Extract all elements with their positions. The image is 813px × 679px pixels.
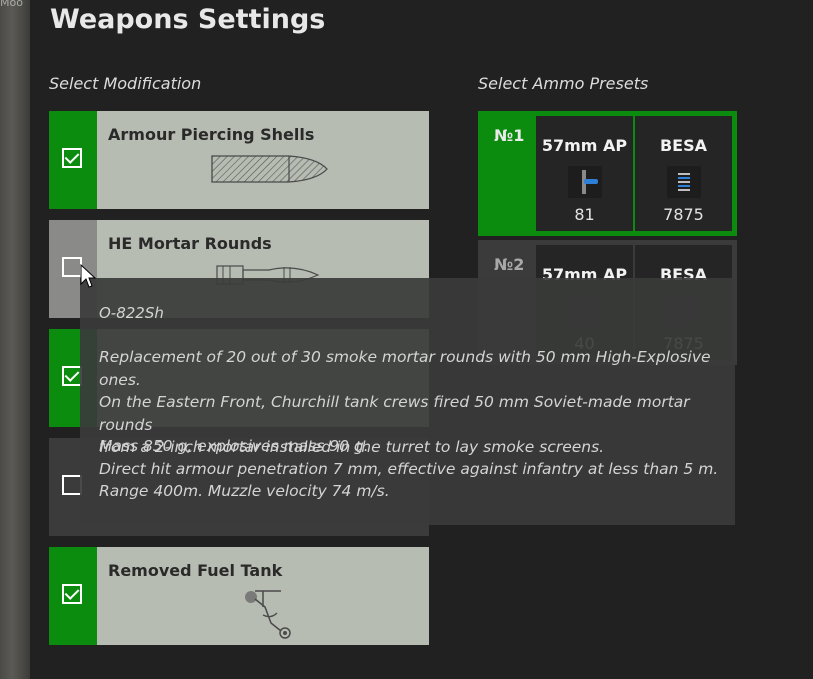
preset-number: №1	[494, 126, 525, 145]
fuel-tank-icon	[245, 590, 291, 639]
tooltip-stats-line: Range 400m. Muzzle velocity 74 m/s.	[99, 482, 390, 500]
modification-card-fuel-tank[interactable]: Removed Fuel Tank	[49, 547, 429, 645]
modification-name: Armour Piercing Shells	[108, 125, 315, 144]
ap-shell-icon	[211, 155, 328, 183]
ammo-slot[interactable]: 57mm AP 81	[536, 116, 633, 231]
modification-tooltip: O-822Sh Replacement of 20 out of 30 smok…	[80, 278, 735, 525]
modification-name: HE Mortar Rounds	[108, 234, 272, 253]
window-title: Weapons Settings	[50, 4, 326, 35]
checkbox[interactable]	[62, 148, 82, 168]
checkbox[interactable]	[62, 584, 82, 604]
ammo-count: 81	[574, 205, 595, 224]
tooltip-stats-line: Direct hit armour penetration 7 mm, effe…	[99, 459, 719, 478]
checkbox-area[interactable]	[49, 111, 97, 209]
background-scene: Moo	[0, 0, 30, 679]
tooltip-description-line: On the Eastern Front, Churchill tank cre…	[99, 393, 690, 434]
ammo-count: 7875	[663, 205, 704, 224]
tooltip-title: O-822Sh	[99, 304, 164, 322]
checkbox[interactable]	[62, 475, 82, 495]
checkbox-area[interactable]	[49, 547, 97, 645]
mg-belt-icon	[667, 166, 701, 198]
ap-round-icon	[568, 166, 602, 198]
mouse-cursor-icon	[80, 264, 96, 288]
checkbox[interactable]	[62, 257, 82, 277]
tooltip-description-line: Replacement of 20 out of 30 smoke mortar…	[99, 348, 711, 389]
preset-number: №2	[494, 255, 525, 274]
background-corner-text: Moo	[0, 0, 23, 9]
checkbox[interactable]	[62, 366, 82, 386]
ammo-presets-section-label: Select Ammo Presets	[478, 74, 649, 93]
ammo-name: 57mm AP	[541, 136, 628, 155]
modification-card-ap-shells[interactable]: Armour Piercing Shells	[49, 111, 429, 209]
modification-section-label: Select Modification	[49, 74, 202, 93]
ammo-slot[interactable]: BESA 7875	[635, 116, 732, 231]
ammo-preset-1[interactable]: №1 57mm AP 81 BESA 7875	[478, 111, 737, 236]
modification-name: Removed Fuel Tank	[108, 561, 283, 580]
ammo-name: BESA	[659, 136, 708, 155]
tooltip-stats-line: Mass 850 g, explosives mass 90 g.	[99, 437, 369, 455]
tooltip-stats: Mass 850 g, explosives mass 90 g. Direct…	[99, 435, 718, 503]
